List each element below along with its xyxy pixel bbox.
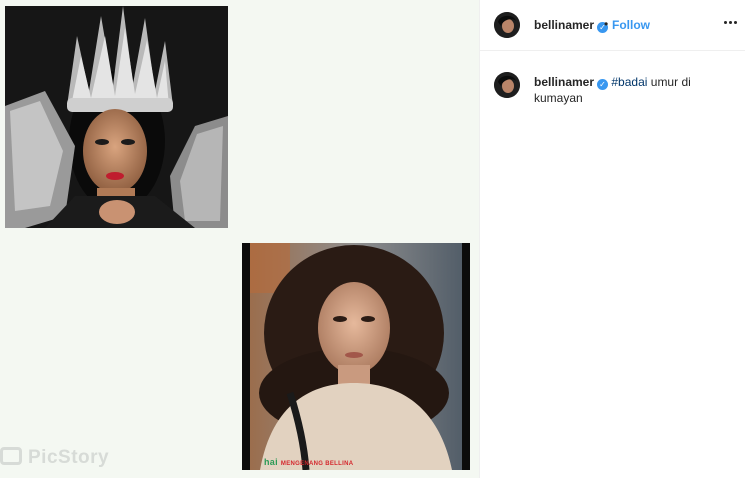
photo-retro-portrait: hai MENGENANG BELLINA — [242, 243, 470, 470]
photo-border-right — [462, 243, 470, 470]
more-options-icon[interactable] — [722, 16, 740, 30]
photo-overlay-tag: hai MENGENANG BELLINA — [264, 457, 354, 467]
caption-hashtag[interactable]: #badai — [611, 75, 647, 89]
caption-avatar[interactable] — [494, 72, 520, 98]
post-side-panel: bellinamer ✓ • Follow bellinamer ✓ #badai … — [479, 0, 745, 478]
photo-border-left — [242, 243, 250, 470]
follow-button[interactable]: Follow — [612, 18, 650, 32]
follow-separator: • — [604, 17, 609, 31]
verified-badge-icon: ✓ — [597, 79, 609, 90]
instagram-post: hai MENGENANG BELLINA PicStory bellinamer… — [0, 0, 745, 478]
post-media[interactable]: hai MENGENANG BELLINA PicStory — [0, 0, 479, 478]
caption-username[interactable]: bellinamer — [534, 75, 594, 89]
camera-icon — [0, 447, 22, 465]
watermark: PicStory — [0, 447, 109, 469]
photo-crown-portrait — [5, 6, 228, 228]
post-header: bellinamer ✓ • Follow — [480, 0, 745, 51]
avatar[interactable] — [494, 12, 520, 38]
post-caption: bellinamer ✓ #badai umur di kumayan — [534, 74, 734, 106]
author-username[interactable]: bellinamer ✓ — [534, 18, 609, 33]
